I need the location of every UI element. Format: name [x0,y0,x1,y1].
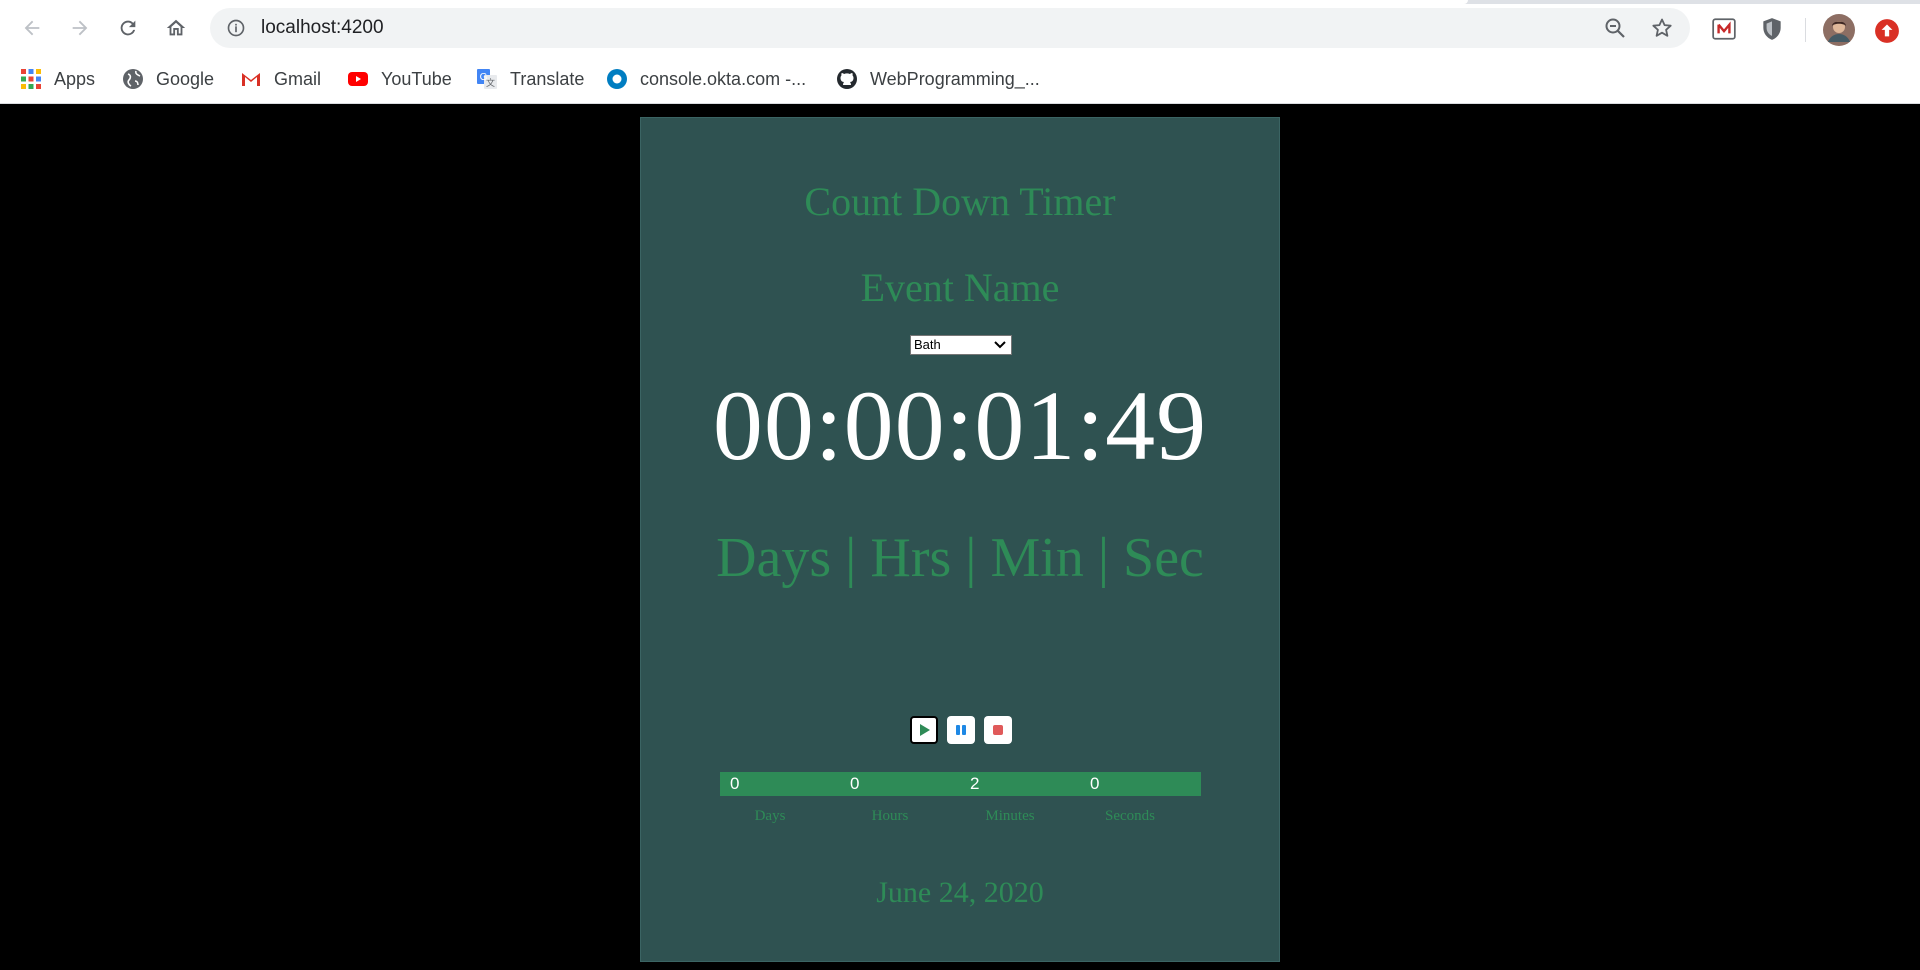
bookmark-apps[interactable]: Apps [20,56,95,102]
arrow-right-icon [72,20,88,36]
page-title: Count Down Timer [804,179,1116,224]
stat-seconds-label: Seconds [1105,808,1155,824]
stat-days-value: 0 [730,774,740,793]
mcafee-extension-icon[interactable] [1711,16,1737,42]
arrow-left-icon [24,20,40,36]
bookmark-label: Gmail [274,68,322,89]
stat-minutes-label: Minutes [985,808,1035,824]
info-icon[interactable] [226,18,246,38]
bookmark-gmail[interactable]: Gmail [240,56,321,102]
stop-button[interactable] [984,716,1012,744]
gmail-icon [242,73,260,86]
stop-icon [993,725,1003,735]
url-text[interactable]: localhost:4200 [261,8,384,48]
apps-grid-icon [21,69,41,89]
globe-icon [123,69,143,89]
zoom-out-icon[interactable] [1603,16,1627,40]
chevron-down-icon [994,341,1006,349]
play-icon [920,724,930,736]
bookmark-okta[interactable]: console.okta.com -... [606,56,806,102]
home-icon [166,19,186,36]
countdown-display: 00:00:01:49 [712,370,1208,481]
star-icon[interactable] [1650,16,1674,40]
bookmark-label: Google [156,68,215,89]
address-bar[interactable]: localhost:4200 [210,8,1690,48]
play-button[interactable] [910,716,938,744]
translate-icon: G文 [477,69,497,89]
toolbar-divider [1805,18,1806,42]
pause-button[interactable] [947,716,975,744]
stat-hours-label: Hours [871,808,909,824]
bookmarks-bar: Apps Google Gmail YouTube G文 Translate c… [0,56,1920,104]
selected-event: Bath [914,337,941,352]
browser-toolbar: localhost:4200 [0,4,1920,56]
svg-text:文: 文 [486,77,495,88]
home-button[interactable] [160,12,192,44]
reload-button[interactable] [112,12,144,44]
bookmark-youtube[interactable]: YouTube [347,56,452,102]
bookmark-label: Translate [510,68,585,89]
okta-icon [607,69,627,89]
pause-icon [956,725,966,735]
timer-card: Count Down Timer Event Name Bath 00:00:0… [640,117,1280,962]
bookmark-github[interactable]: WebProgramming_... [836,56,1040,102]
forward-button[interactable] [64,12,96,44]
shield-extension-icon[interactable] [1759,16,1785,42]
github-icon [837,69,857,89]
stat-minutes-value: 2 [970,774,980,793]
event-name-label: Event Name [860,265,1060,310]
avatar[interactable] [1823,14,1855,46]
reload-icon [120,20,136,36]
bookmark-label: Apps [54,68,96,89]
update-icon[interactable] [1874,18,1900,44]
stats-bar: 0 0 2 0 [720,772,1201,796]
bookmark-google[interactable]: Google [122,56,214,102]
bookmark-label: console.okta.com -... [640,68,807,89]
timer-controls [910,716,1012,748]
event-select[interactable]: Bath [910,335,1012,355]
bookmark-translate[interactable]: G文 Translate [476,56,584,102]
stat-hours-value: 0 [850,774,860,793]
stat-days-label: Days [754,808,786,824]
units-caption: Days | Hrs | Min | Sec [716,527,1204,589]
bookmark-label: WebProgramming_... [870,68,1040,89]
youtube-icon [348,72,368,86]
bookmark-label: YouTube [381,68,452,89]
back-button[interactable] [16,12,48,44]
event-date: June 24, 2020 [876,876,1044,909]
stat-seconds-value: 0 [1090,774,1100,793]
